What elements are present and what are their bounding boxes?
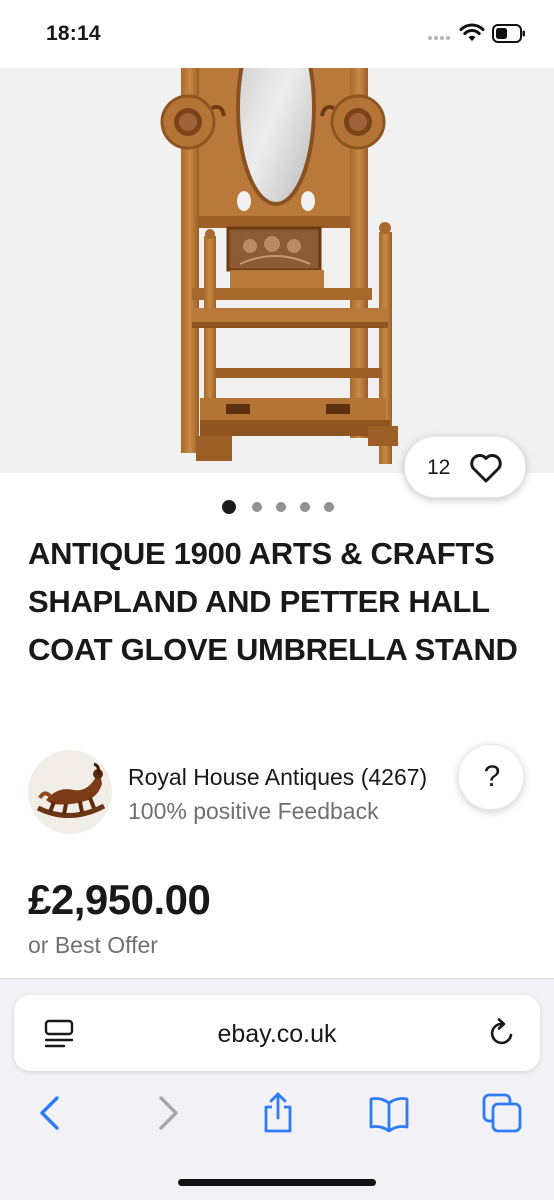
url-text[interactable]: ebay.co.uk xyxy=(14,1020,540,1049)
carousel-dot[interactable] xyxy=(276,502,286,512)
seller-name[interactable]: Royal House Antiques (4267) xyxy=(128,764,427,791)
back-icon[interactable] xyxy=(28,1091,72,1135)
carousel-dot[interactable] xyxy=(300,502,310,512)
cellular-signal-icon xyxy=(428,36,454,42)
carousel-dot[interactable] xyxy=(252,502,262,512)
carousel-dots[interactable] xyxy=(222,500,338,514)
share-icon[interactable] xyxy=(256,1091,300,1135)
reload-icon[interactable] xyxy=(486,1017,518,1049)
address-bar[interactable]: ebay.co.uk xyxy=(14,995,540,1071)
wifi-icon xyxy=(459,23,485,41)
product-image xyxy=(160,68,398,464)
bookmarks-icon[interactable] xyxy=(367,1091,411,1135)
help-button[interactable]: ? xyxy=(458,744,524,810)
question-mark-icon: ? xyxy=(483,760,501,793)
forward-icon[interactable] xyxy=(146,1091,190,1135)
watch-count: 12 xyxy=(427,456,451,479)
tabs-icon[interactable] xyxy=(480,1091,524,1135)
status-time: 18:14 xyxy=(46,22,101,45)
carousel-dot[interactable] xyxy=(222,500,236,514)
product-image-carousel[interactable] xyxy=(0,68,554,473)
browser-bottom-bar: ebay.co.uk xyxy=(0,978,554,1200)
price: £2,950.00 xyxy=(28,876,211,923)
rocking-horse-logo xyxy=(36,762,106,819)
watch-button[interactable]: 12 xyxy=(404,436,526,498)
home-indicator xyxy=(178,1179,376,1186)
battery-icon xyxy=(492,24,525,43)
listing-title: ANTIQUE 1900 ARTS & CRAFTS SHAPLAND AND … xyxy=(28,536,518,667)
carousel-dot[interactable] xyxy=(324,502,334,512)
heart-icon xyxy=(470,454,502,483)
seller-avatar[interactable] xyxy=(28,750,112,834)
status-bar: 18:14 xyxy=(0,0,554,68)
seller-feedback[interactable]: 100% positive Feedback xyxy=(128,798,379,825)
best-offer-label: or Best Offer xyxy=(28,932,158,958)
